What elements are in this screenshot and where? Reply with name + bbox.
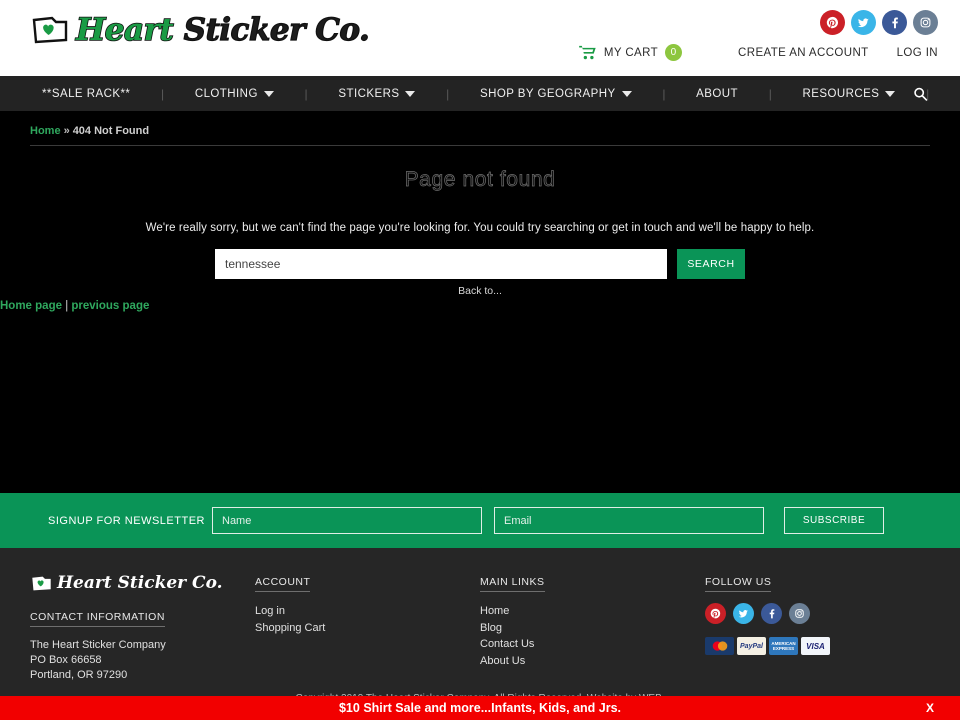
previous-page-link[interactable]: previous page xyxy=(71,300,149,312)
mastercard-icon xyxy=(705,637,734,655)
paypal-icon: PayPal xyxy=(737,637,766,655)
site-footer: Heart Sticker Co. CONTACT INFORMATION Th… xyxy=(0,548,960,703)
footer-social-links xyxy=(705,603,930,624)
header-social-links xyxy=(820,10,938,35)
main-content: Home» 404 Not Found Page not found We're … xyxy=(0,111,960,493)
my-cart-link[interactable]: MY CART 0 xyxy=(579,44,683,61)
site-logo[interactable]: Heart Sticker Co. xyxy=(30,10,370,50)
breadcrumb-current: 404 Not Found xyxy=(72,125,150,137)
chevron-down-icon xyxy=(405,90,416,97)
oregon-heart-icon xyxy=(30,10,70,50)
footer-logo-wordmark: Heart Sticker Co. xyxy=(57,575,223,592)
footer-link-blog[interactable]: Blog xyxy=(480,620,705,637)
chevron-down-icon xyxy=(885,90,896,97)
cart-icon xyxy=(579,45,597,60)
breadcrumb-separator: » xyxy=(63,125,70,137)
home-page-link[interactable]: Home page xyxy=(0,300,62,312)
facebook-icon[interactable] xyxy=(882,10,907,35)
instagram-icon[interactable] xyxy=(913,10,938,35)
footer-account-column: ACCOUNT Log in Shopping Cart xyxy=(255,572,480,703)
error-search-form: SEARCH xyxy=(215,249,745,279)
nav-label: RESOURCES xyxy=(802,87,880,100)
footer-link-shopping-cart[interactable]: Shopping Cart xyxy=(255,620,480,637)
main-navigation: **SALE RACK** | CLOTHING | STICKERS | SH… xyxy=(0,76,960,111)
footer-logo-heart: Heart xyxy=(57,573,112,593)
chevron-down-icon xyxy=(263,90,274,97)
breadcrumb-divider xyxy=(30,145,930,146)
follow-us-heading: FOLLOW US xyxy=(705,576,772,592)
create-account-link[interactable]: CREATE AN ACCOUNT xyxy=(738,47,869,59)
close-icon[interactable]: X xyxy=(926,701,934,715)
footer-link-log-in[interactable]: Log in xyxy=(255,603,480,620)
nav-item-about[interactable]: ABOUT xyxy=(696,88,738,100)
nav-separator: | xyxy=(768,86,772,101)
newsletter-name-input[interactable] xyxy=(212,507,482,534)
pinterest-icon[interactable] xyxy=(820,10,845,35)
promo-message: $10 Shirt Sale and more...Infants, Kids,… xyxy=(338,701,622,715)
address-po-box: PO Box 66658 xyxy=(30,654,102,666)
twitter-icon[interactable] xyxy=(851,10,876,35)
cart-count-badge: 0 xyxy=(665,44,683,61)
footer-contact-column: Heart Sticker Co. CONTACT INFORMATION Th… xyxy=(30,572,255,703)
american-express-icon: AMERICAN EXPRESS xyxy=(769,637,798,655)
footer-follow-column: FOLLOW US PayPal AMERICAN EXPRESS VISA xyxy=(705,572,930,703)
logo-word-sticker-co: Sticker Co. xyxy=(183,11,370,48)
search-button[interactable]: SEARCH xyxy=(677,249,745,279)
link-separator: | xyxy=(62,300,72,312)
search-icon[interactable] xyxy=(913,86,928,101)
breadcrumb: Home» 404 Not Found xyxy=(0,111,960,145)
footer-logo[interactable]: Heart Sticker Co. xyxy=(30,572,255,595)
contact-information-heading: CONTACT INFORMATION xyxy=(30,611,165,627)
nav-item-resources[interactable]: RESOURCES xyxy=(803,88,896,100)
logo-word-heart: Heart xyxy=(75,11,174,48)
payment-methods: PayPal AMERICAN EXPRESS VISA xyxy=(705,637,930,655)
visa-icon: VISA xyxy=(801,637,830,655)
footer-link-contact-us[interactable]: Contact Us xyxy=(480,636,705,653)
site-header: Heart Sticker Co. MY CART 0 CREATE AN AC… xyxy=(0,0,960,76)
pinterest-icon[interactable] xyxy=(705,603,726,624)
instagram-icon[interactable] xyxy=(789,603,810,624)
newsletter-label: SIGNUP FOR NEWSLETTER xyxy=(48,514,205,527)
back-to-label: Back to... xyxy=(458,285,502,297)
nav-separator: | xyxy=(662,86,666,101)
error-message: We're really sorry, but we can't find th… xyxy=(145,222,815,234)
promo-banner: $10 Shirt Sale and more...Infants, Kids,… xyxy=(0,696,960,720)
header-utility-links: MY CART 0 CREATE AN ACCOUNT LOG IN xyxy=(579,44,938,61)
account-heading: ACCOUNT xyxy=(255,576,311,592)
oregon-heart-icon xyxy=(30,572,53,595)
nav-label: ABOUT xyxy=(696,87,739,100)
nav-separator: | xyxy=(161,86,165,101)
twitter-icon[interactable] xyxy=(733,603,754,624)
logo-wordmark: Heart Sticker Co. xyxy=(75,11,370,48)
page-title: Page not found xyxy=(404,168,556,192)
log-in-link[interactable]: LOG IN xyxy=(897,47,938,59)
nav-label: SHOP BY GEOGRAPHY xyxy=(479,87,616,100)
my-cart-label: MY CART xyxy=(603,46,659,59)
breadcrumb-home-link[interactable]: Home xyxy=(30,125,61,137)
newsletter-signup: SIGNUP FOR NEWSLETTER SUBSCRIBE xyxy=(0,493,960,548)
nav-item-sale-rack[interactable]: **SALE RACK** xyxy=(42,88,130,100)
address-company: The Heart Sticker Company xyxy=(30,639,166,651)
back-to-links: Home page | previous page xyxy=(0,300,960,312)
search-input[interactable] xyxy=(215,249,667,279)
nav-item-stickers[interactable]: STICKERS xyxy=(338,87,416,100)
nav-separator: | xyxy=(304,86,308,101)
nav-item-clothing[interactable]: CLOTHING xyxy=(195,88,274,100)
nav-label: STICKERS xyxy=(338,87,400,100)
facebook-icon[interactable] xyxy=(761,603,782,624)
nav-label: CLOTHING xyxy=(194,87,258,100)
footer-address: The Heart Sticker Company PO Box 66658 P… xyxy=(30,638,255,683)
footer-main-links-column: MAIN LINKS Home Blog Contact Us About Us xyxy=(480,572,705,703)
footer-link-about-us[interactable]: About Us xyxy=(480,653,705,670)
nav-item-shop-by-geography[interactable]: SHOP BY GEOGRAPHY xyxy=(480,88,632,100)
address-city-state-zip: Portland, OR 97290 xyxy=(30,669,128,681)
nav-label: **SALE RACK** xyxy=(42,87,131,100)
newsletter-subscribe-button[interactable]: SUBSCRIBE xyxy=(784,507,884,534)
footer-logo-sticker-co: Sticker Co. xyxy=(117,573,223,593)
newsletter-email-input[interactable] xyxy=(494,507,764,534)
main-links-heading: MAIN LINKS xyxy=(480,576,545,592)
footer-link-home[interactable]: Home xyxy=(480,603,705,620)
chevron-down-icon xyxy=(621,90,632,97)
nav-separator: | xyxy=(446,86,450,101)
